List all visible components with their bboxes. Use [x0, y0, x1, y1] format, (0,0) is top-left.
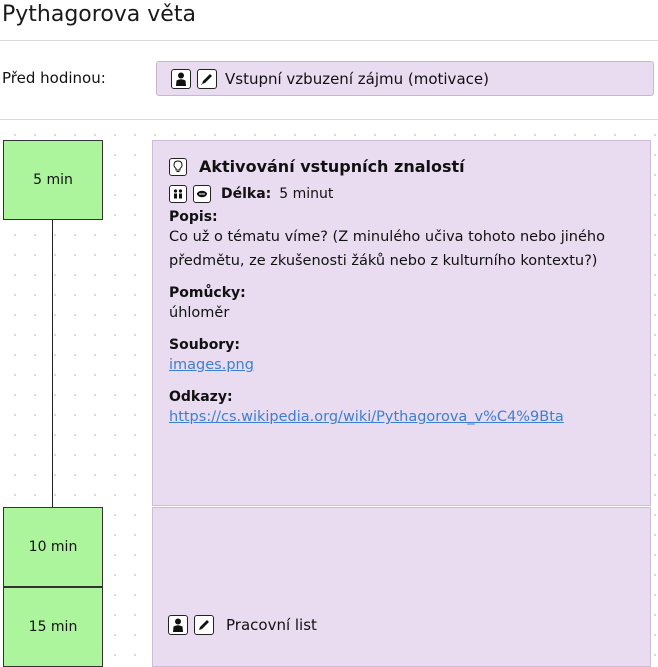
links-label: Odkazy:	[169, 389, 233, 405]
length-label: Délka:	[221, 186, 272, 202]
person-icon	[171, 68, 191, 89]
person-icon	[168, 615, 188, 635]
time-slot: 5 min	[3, 140, 103, 220]
pencil-icon	[197, 68, 217, 89]
activity-title: Aktivování vstupních znalostí	[199, 157, 465, 176]
description-text: Co už o tématu víme? (Z minulého učiva t…	[169, 229, 605, 269]
activity-card[interactable]: Aktivování vstupních znalostí Délka: 5 m…	[152, 140, 651, 506]
speech-icon	[193, 185, 211, 203]
timeline-line	[52, 220, 53, 508]
external-link[interactable]: https://cs.wikipedia.org/wiki/Pythagorov…	[169, 409, 564, 425]
description-label: Popis:	[169, 209, 218, 225]
divider	[0, 40, 658, 41]
tools-label: Pomůcky:	[169, 285, 246, 301]
activity-row[interactable]: Pracovní list	[168, 615, 317, 635]
page-title: Pythagorova věta	[2, 2, 196, 27]
file-link[interactable]: images.png	[169, 357, 254, 373]
group-icon	[169, 185, 187, 203]
tools-value: úhloměr	[169, 305, 230, 321]
activity-text: Pracovní list	[226, 616, 317, 634]
pre-lesson-text: Vstupní vzbuzení zájmu (motivace)	[225, 69, 489, 88]
pre-lesson-label: Před hodinou:	[2, 69, 106, 87]
time-slot: 10 min	[3, 507, 103, 587]
pre-lesson-activity[interactable]: Vstupní vzbuzení zájmu (motivace)	[156, 61, 654, 96]
pencil-icon	[194, 615, 214, 635]
lightbulb-icon	[169, 157, 187, 176]
length-value: 5 minut	[279, 186, 334, 202]
files-label: Soubory:	[169, 337, 240, 353]
time-slot: 15 min	[3, 587, 103, 667]
activity-card[interactable]	[152, 507, 651, 667]
